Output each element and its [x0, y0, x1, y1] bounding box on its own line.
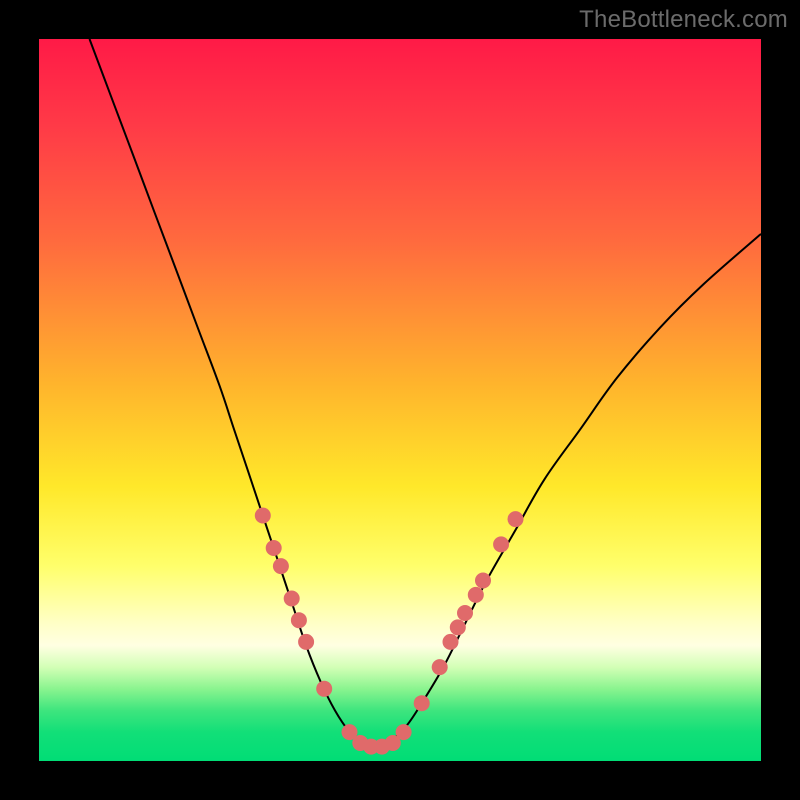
- watermark-text: TheBottleneck.com: [579, 6, 788, 34]
- scatter-dot: [450, 619, 466, 635]
- chart-frame: TheBottleneck.com: [0, 0, 800, 800]
- bottleneck-curve: [90, 39, 762, 748]
- scatter-dot: [493, 536, 509, 552]
- plot-area: [39, 39, 761, 761]
- scatter-dot: [396, 724, 412, 740]
- scatter-dot: [291, 612, 307, 628]
- scatter-dot: [475, 573, 491, 589]
- scatter-dot: [273, 558, 289, 574]
- scatter-dots: [255, 508, 524, 755]
- scatter-dot: [443, 634, 459, 650]
- scatter-dot: [468, 587, 484, 603]
- scatter-dot: [298, 634, 314, 650]
- scatter-dot: [508, 511, 524, 527]
- scatter-dot: [432, 659, 448, 675]
- scatter-dot: [284, 591, 300, 607]
- scatter-dot: [316, 681, 332, 697]
- chart-svg: [39, 39, 761, 761]
- scatter-dot: [414, 695, 430, 711]
- scatter-dot: [266, 540, 282, 556]
- scatter-dot: [457, 605, 473, 621]
- scatter-dot: [255, 508, 271, 524]
